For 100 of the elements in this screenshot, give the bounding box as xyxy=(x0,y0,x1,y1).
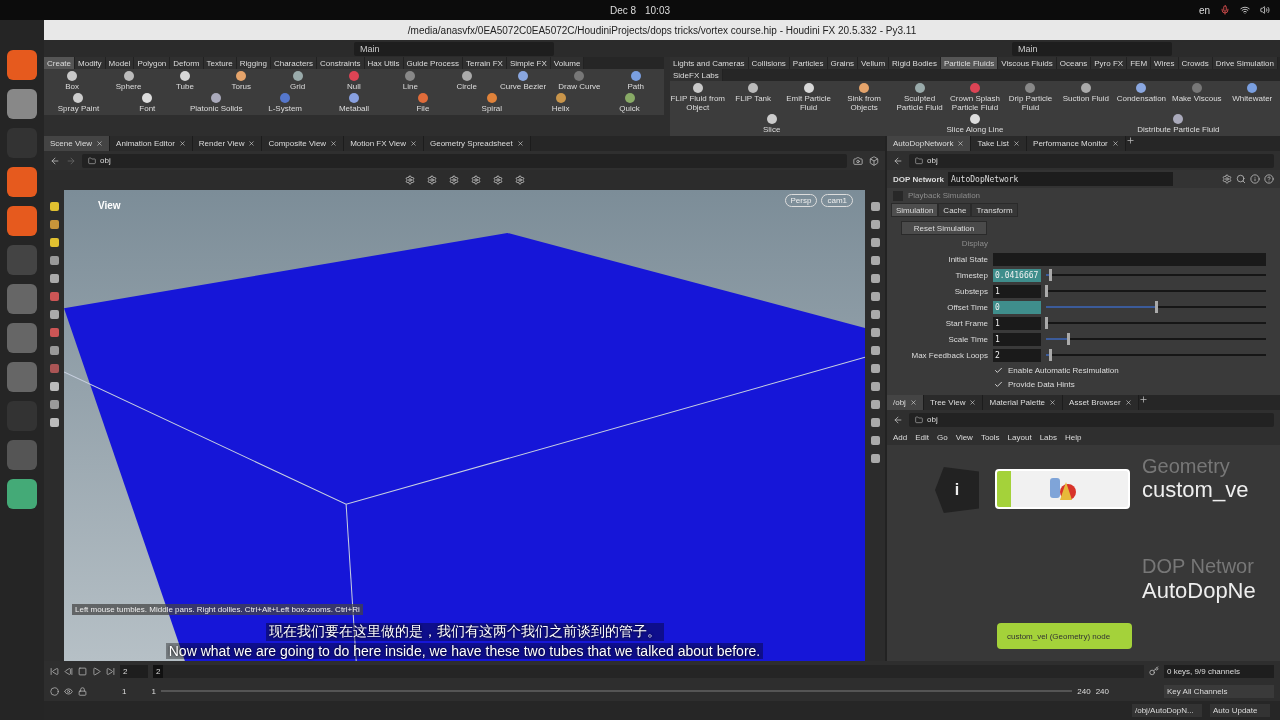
path-field[interactable]: obj xyxy=(82,153,847,168)
menu-item[interactable]: Layout xyxy=(1007,432,1032,442)
value-field[interactable]: 1 xyxy=(993,332,1041,346)
tool-icon[interactable] xyxy=(1173,114,1184,124)
geometry-node[interactable] xyxy=(995,469,1130,509)
tool-icon[interactable] xyxy=(211,93,222,103)
tool-label[interactable]: File xyxy=(416,104,430,113)
shelf-tab[interactable]: Viscous Fluids xyxy=(998,57,1057,69)
pane-tab[interactable]: Take List xyxy=(971,136,1028,151)
pane-tab[interactable]: Geometry Spreadsheet xyxy=(424,136,531,151)
volume-icon[interactable] xyxy=(1260,5,1270,15)
tool-icon[interactable] xyxy=(624,93,635,103)
tool-icon[interactable] xyxy=(914,83,925,93)
add-tab-icon[interactable] xyxy=(1125,136,1135,145)
shelf-tab[interactable]: Characters xyxy=(270,57,318,69)
back-arrow-icon[interactable] xyxy=(893,414,903,425)
pane-tab[interactable]: Tree View xyxy=(923,395,984,410)
skip-back-icon[interactable] xyxy=(50,666,59,676)
tool-icon[interactable] xyxy=(179,71,190,81)
tool-label[interactable]: Slice Along Line xyxy=(946,125,1004,134)
close-icon[interactable] xyxy=(1124,399,1132,406)
tool-label[interactable]: Circle xyxy=(456,82,477,91)
menu-item[interactable]: Tools xyxy=(980,432,1000,442)
cube-icon[interactable] xyxy=(869,155,879,166)
shelf-tab[interactable]: Create xyxy=(44,57,75,69)
tool-icon[interactable] xyxy=(67,71,78,81)
shelf-tab[interactable]: Guide Process xyxy=(403,57,463,69)
tool-icon[interactable] xyxy=(292,71,303,81)
shelf-tab[interactable]: Collisions xyxy=(748,57,790,69)
shelf-tab[interactable]: FEM xyxy=(1127,57,1152,69)
key-icon[interactable] xyxy=(1149,666,1159,676)
tool-label[interactable]: Distribute Particle Fluid xyxy=(1137,125,1220,134)
shelf-tab[interactable]: Volume xyxy=(550,57,585,69)
pane-tab[interactable]: Asset Browser xyxy=(1063,395,1139,410)
desktop-selector[interactable]: Main xyxy=(354,41,554,56)
tool-icon[interactable] xyxy=(486,93,497,103)
menu-item[interactable]: View xyxy=(955,432,973,442)
frame-marker[interactable]: 2 xyxy=(153,664,164,678)
shelf-tab[interactable]: Modify xyxy=(75,57,106,69)
app-launcher-icon[interactable] xyxy=(7,323,37,353)
tool-label[interactable]: Draw Curve xyxy=(558,82,601,91)
skip-forward-icon[interactable] xyxy=(106,666,115,676)
update-mode-menu[interactable]: Auto Update xyxy=(1210,704,1270,717)
shelf-tab[interactable]: Hax Utils xyxy=(364,57,404,69)
close-icon[interactable] xyxy=(969,399,977,406)
tool-label[interactable]: L-System xyxy=(268,104,302,113)
tool-label[interactable]: Condensation xyxy=(1116,94,1167,103)
language-indicator[interactable]: en xyxy=(1198,4,1210,16)
pane-tab[interactable]: Composite View xyxy=(262,136,345,151)
frame-field[interactable]: 2 xyxy=(120,664,148,678)
value-field[interactable]: 0.0416667 xyxy=(993,268,1041,282)
tool-label[interactable]: Suction Fluid xyxy=(1062,94,1109,103)
tool-icon[interactable] xyxy=(236,71,247,81)
tool-icon[interactable] xyxy=(970,114,980,124)
pane-tab[interactable]: /obj xyxy=(887,395,924,410)
close-icon[interactable] xyxy=(957,140,965,147)
tool-icon[interactable] xyxy=(1080,83,1091,93)
menu-item[interactable]: Edit xyxy=(915,432,930,442)
tool-label[interactable]: Grid xyxy=(290,82,306,91)
shelf-tab[interactable]: Lights and Cameras xyxy=(670,57,749,69)
slider-handle[interactable] xyxy=(1049,349,1053,361)
tool-label[interactable]: Metaball xyxy=(338,104,370,113)
viewport-tool-icon[interactable] xyxy=(514,175,525,185)
play-icon[interactable] xyxy=(92,666,101,676)
viewport-tool-icon[interactable] xyxy=(426,175,437,185)
tool-icon[interactable] xyxy=(73,93,84,103)
tool-label[interactable]: Spiral xyxy=(481,104,502,113)
viewport-tool-icon[interactable] xyxy=(448,175,459,185)
tool-icon[interactable] xyxy=(518,71,529,81)
shelf-tab[interactable]: Texture xyxy=(203,57,237,69)
tool-icon[interactable] xyxy=(1136,83,1147,93)
path-field[interactable]: obj xyxy=(909,412,1274,427)
pane-tab[interactable]: Animation Editor xyxy=(110,136,193,151)
status-path[interactable]: /obj/AutoDopN... xyxy=(1132,704,1202,717)
stop-icon[interactable] xyxy=(78,666,87,676)
reset-simulation-button[interactable]: Reset Simulation xyxy=(901,221,987,235)
tool-icon[interactable] xyxy=(630,71,641,81)
shelf-tab[interactable]: Crowds xyxy=(1178,57,1213,69)
tool-label[interactable]: Box xyxy=(65,82,80,91)
shelf-tab[interactable]: Particle Fluids xyxy=(941,57,999,69)
lock-icon[interactable] xyxy=(78,686,87,696)
close-icon[interactable] xyxy=(516,140,524,147)
tool-label[interactable]: Path xyxy=(627,82,644,91)
tool-label[interactable]: Drip Particle Fluid xyxy=(1002,94,1059,112)
tool-icon[interactable] xyxy=(803,83,814,93)
search-icon[interactable] xyxy=(1236,174,1246,184)
tool-label[interactable]: Emit Particle Fluid xyxy=(780,94,837,112)
value-field[interactable]: 2 xyxy=(993,348,1041,362)
tool-label[interactable]: Spray Paint xyxy=(57,104,100,113)
slider-handle[interactable] xyxy=(1049,269,1053,281)
close-icon[interactable] xyxy=(1013,140,1021,147)
close-icon[interactable] xyxy=(410,140,417,147)
record-icon[interactable] xyxy=(50,686,59,696)
close-icon[interactable] xyxy=(1111,140,1119,147)
menu-item[interactable]: Help xyxy=(1065,432,1082,442)
tool-label[interactable]: FLIP Tank xyxy=(735,94,772,103)
app-launcher-icon[interactable] xyxy=(7,89,37,119)
viewport-tool-icon[interactable] xyxy=(404,175,415,185)
wifi-icon[interactable] xyxy=(1240,5,1250,15)
menu-item[interactable]: Labs xyxy=(1039,432,1057,442)
